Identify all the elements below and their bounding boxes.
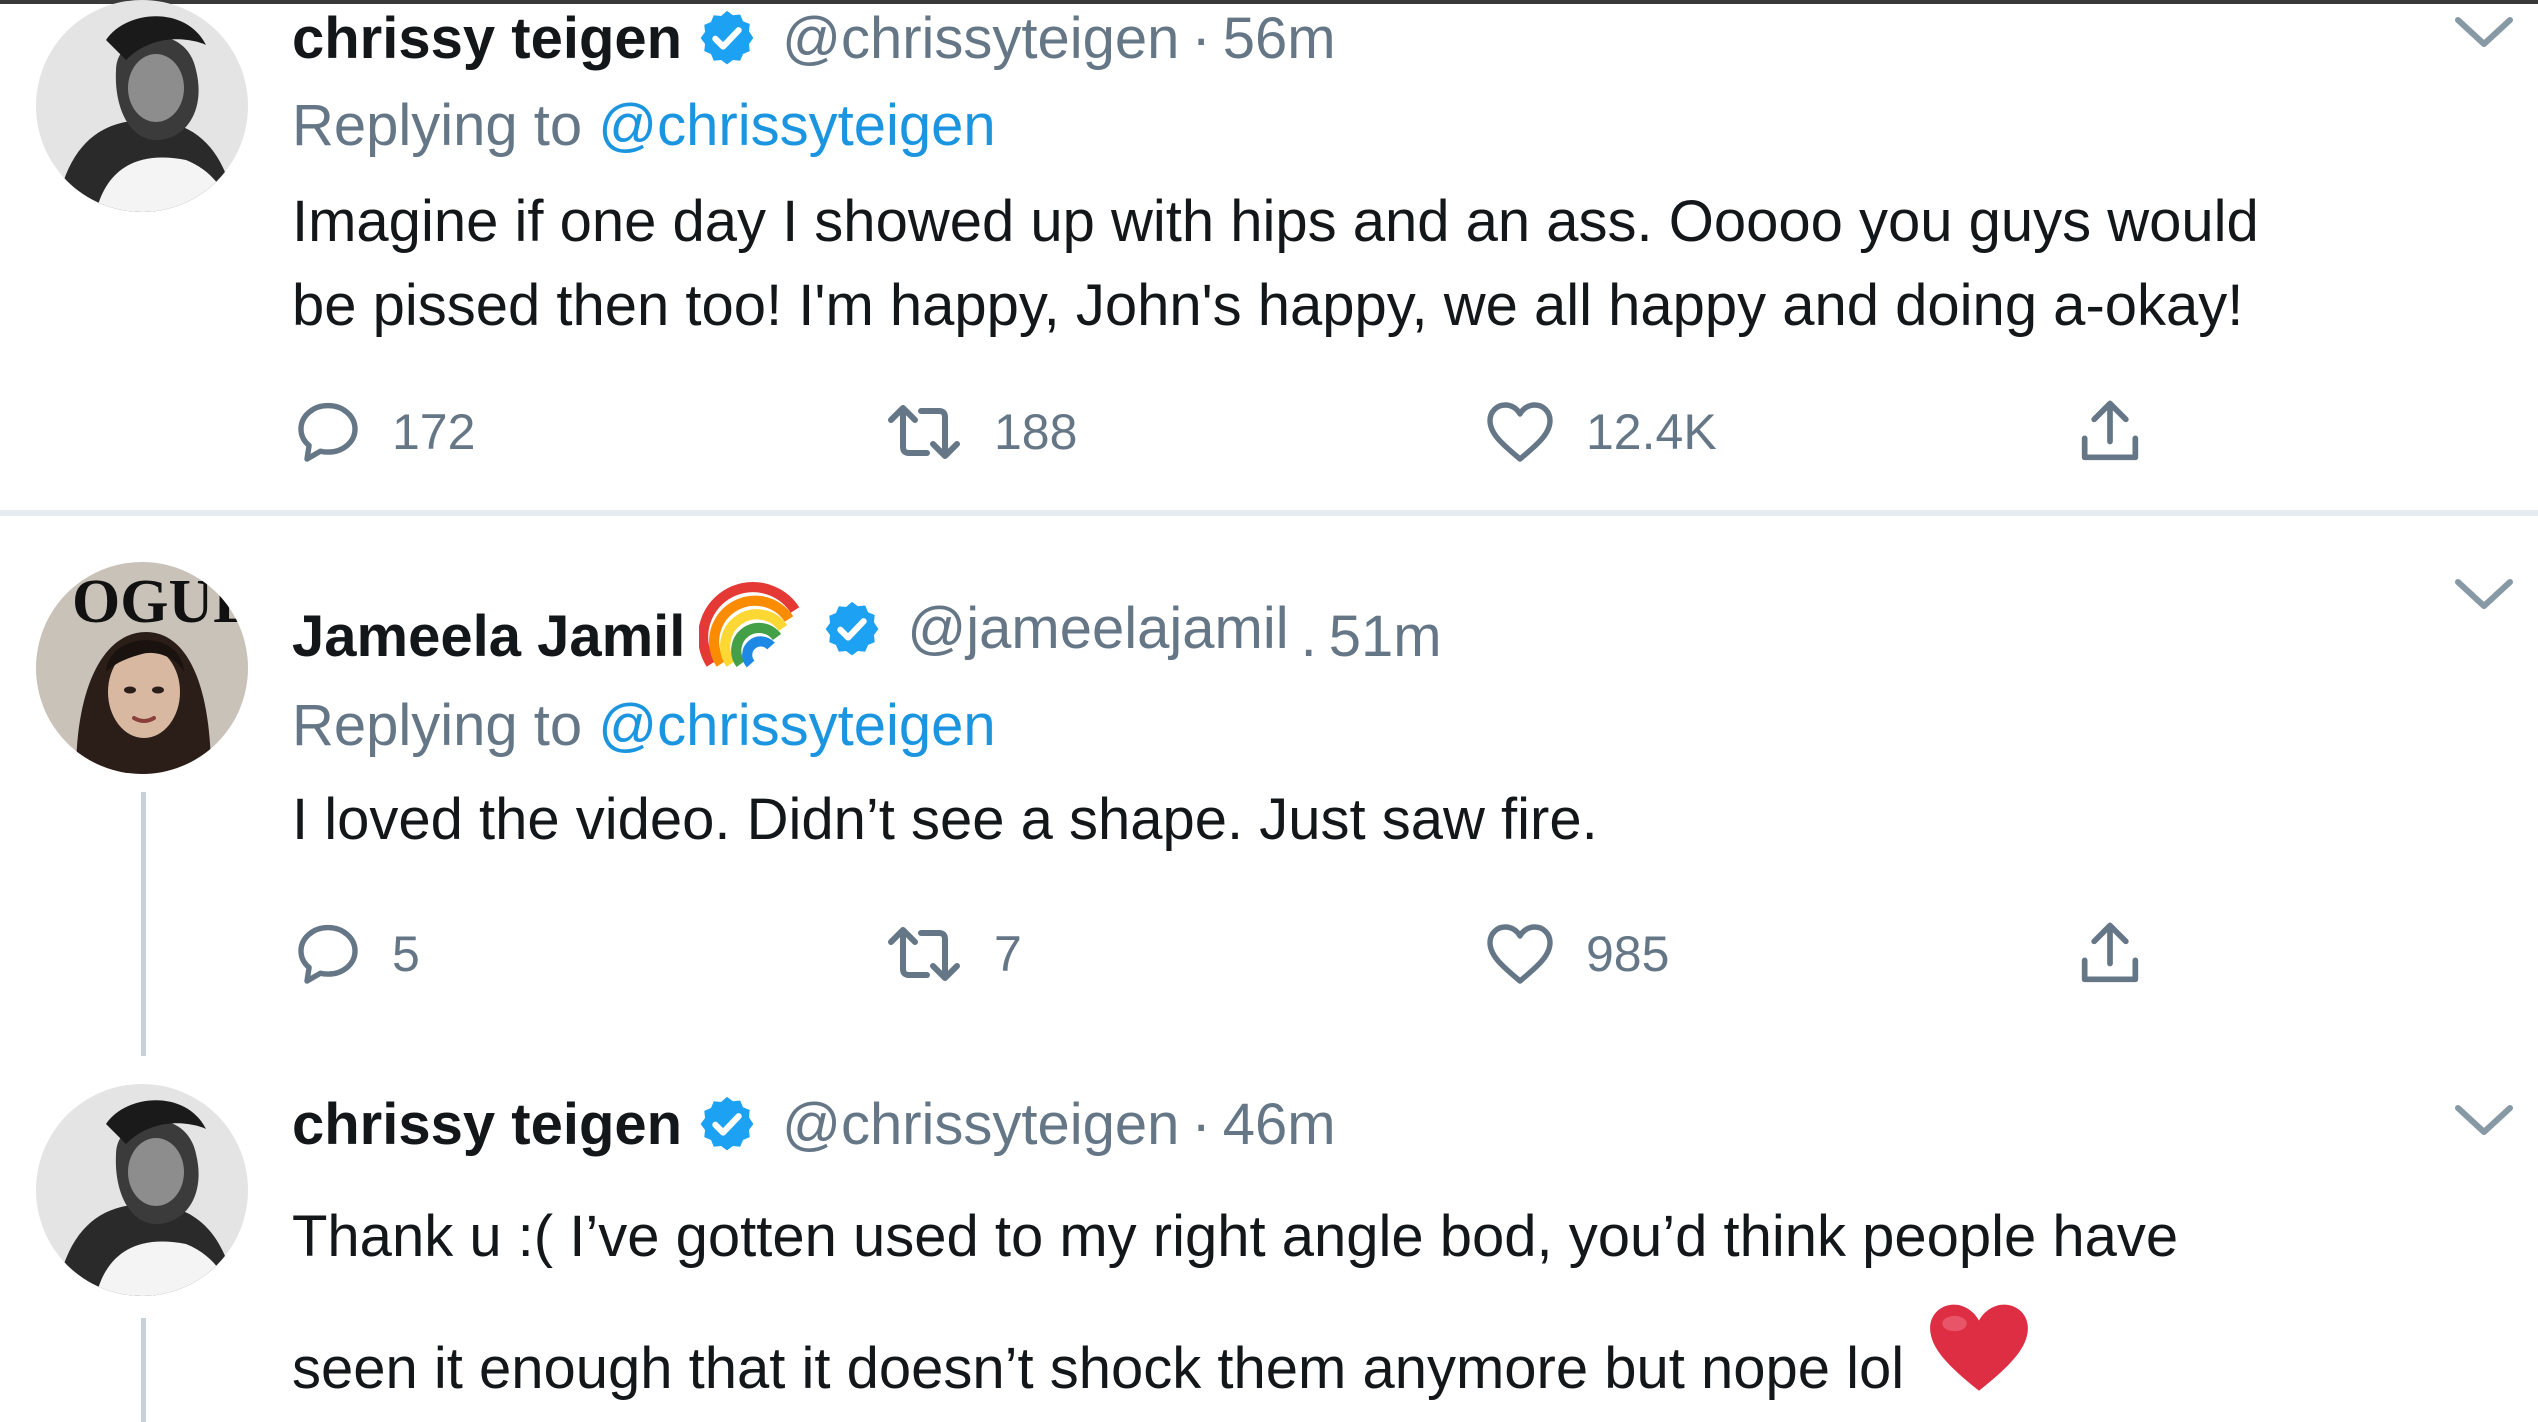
retweet-button[interactable]: 188	[882, 392, 1077, 472]
separator-dot: ·	[1191, 1091, 1211, 1157]
like-count: 12.4K	[1586, 404, 1717, 460]
chevron-down-icon[interactable]	[2452, 1100, 2516, 1140]
speech-bubble-icon	[298, 924, 358, 984]
separator-dot: .	[1300, 603, 1317, 669]
timestamp[interactable]: 51m	[1329, 603, 1442, 670]
retweet-count: 188	[994, 404, 1078, 460]
heart-outline-icon	[1487, 924, 1553, 984]
reply-button[interactable]: 172	[292, 392, 475, 472]
replying-to-label: Replying to	[292, 693, 583, 758]
timestamp[interactable]: 56m	[1223, 5, 1336, 72]
tweet-text: I loved the video. Didn’t see a shape. J…	[292, 778, 2512, 862]
thread-connector	[141, 1318, 146, 1422]
like-count: 985	[1586, 926, 1670, 982]
like-button[interactable]: 12.4K	[1482, 392, 1717, 472]
user-handle[interactable]: @chrissyteigen	[782, 5, 1179, 72]
tweet-text-line: I loved the video. Didn’t see a shape. J…	[292, 787, 1598, 852]
tweet-header: Jameela Jamil @jameelajamil . 51m	[292, 582, 1442, 674]
avatar-photo	[36, 0, 248, 212]
chevron-down-icon[interactable]	[2452, 12, 2516, 52]
tweet-3[interactable]: chrissy teigen @chrissyteigen · 46m Than…	[0, 1056, 2538, 1422]
replying-to-mention[interactable]: @chrissyteigen	[598, 693, 995, 758]
tweet-text-line: Imagine if one day I showed up with hips…	[292, 189, 2259, 254]
retweet-button[interactable]: 7	[882, 914, 1022, 994]
tweet-2[interactable]: OGUE Jameela Jamil @jameelajamil . 51m R…	[0, 516, 2538, 1056]
separator-dot: ·	[1191, 5, 1211, 71]
rainbow-emoji	[699, 582, 800, 668]
tweet-actions: 172 188 12.4K	[292, 392, 2192, 472]
tweet-text-line: Thank u :( I’ve gotten used to my right …	[292, 1204, 2179, 1269]
share-upload-icon	[2081, 922, 2139, 983]
tweet-text-line: seen it enough that it doesn’t shock the…	[292, 1298, 2512, 1422]
tweet-text-line-content: seen it enough that it doesn’t shock the…	[292, 1336, 1905, 1401]
tweet-actions: 5 7 985	[292, 914, 2192, 994]
heart-outline-icon	[1487, 402, 1553, 462]
tweet-text: Thank u :( I’ve gotten used to my right …	[292, 1176, 2512, 1422]
replying-to: Replying to @chrissyteigen	[292, 692, 996, 759]
retweet-arrows-icon	[888, 405, 960, 459]
verified-badge-icon	[700, 1096, 754, 1151]
avatar[interactable]	[36, 0, 248, 212]
avatar[interactable]: OGUE	[36, 562, 248, 774]
display-name[interactable]: chrissy teigen	[292, 1091, 682, 1158]
display-name[interactable]: Jameela Jamil	[292, 603, 685, 670]
share-upload-icon	[2081, 400, 2139, 461]
tweet-thread: chrissy teigen @chrissyteigen · 56m Repl…	[0, 0, 2538, 1422]
tweet-text-line: be pissed then too! I'm happy, John's ha…	[292, 273, 2244, 338]
avatar-photo	[36, 1084, 248, 1296]
replying-to: Replying to @chrissyteigen	[292, 92, 996, 159]
timestamp[interactable]: 46m	[1223, 1091, 1336, 1158]
user-handle[interactable]: @chrissyteigen	[782, 1091, 1179, 1158]
share-button[interactable]	[2072, 914, 2148, 994]
retweet-count: 7	[994, 926, 1022, 982]
avatar[interactable]	[36, 1084, 248, 1296]
verified-badge-icon	[700, 10, 754, 65]
tweet-header: chrissy teigen @chrissyteigen · 46m	[292, 1086, 1336, 1162]
red-heart-emoji	[1930, 1304, 2029, 1391]
avatar-photo: OGUE	[36, 562, 248, 774]
thread-connector	[141, 792, 146, 1056]
user-handle[interactable]: @jameelajamil	[907, 595, 1288, 662]
reply-button[interactable]: 5	[292, 914, 420, 994]
retweet-arrows-icon	[888, 927, 960, 981]
reply-count: 5	[392, 926, 420, 982]
like-button[interactable]: 985	[1482, 914, 1669, 994]
tweet-header: chrissy teigen @chrissyteigen · 56m	[292, 0, 1336, 76]
replying-to-mention[interactable]: @chrissyteigen	[598, 93, 995, 158]
tweet-text: Imagine if one day I showed up with hips…	[292, 180, 2512, 348]
share-button[interactable]	[2072, 392, 2148, 472]
verified-badge-icon	[826, 601, 879, 656]
avatar-magazine-title: OGUE	[72, 568, 248, 636]
speech-bubble-icon	[298, 402, 358, 462]
replying-to-label: Replying to	[292, 93, 583, 158]
tweet-1[interactable]: chrissy teigen @chrissyteigen · 56m Repl…	[0, 0, 2538, 510]
chevron-down-icon[interactable]	[2452, 574, 2516, 614]
reply-count: 172	[392, 404, 476, 460]
display-name[interactable]: chrissy teigen	[292, 5, 682, 72]
